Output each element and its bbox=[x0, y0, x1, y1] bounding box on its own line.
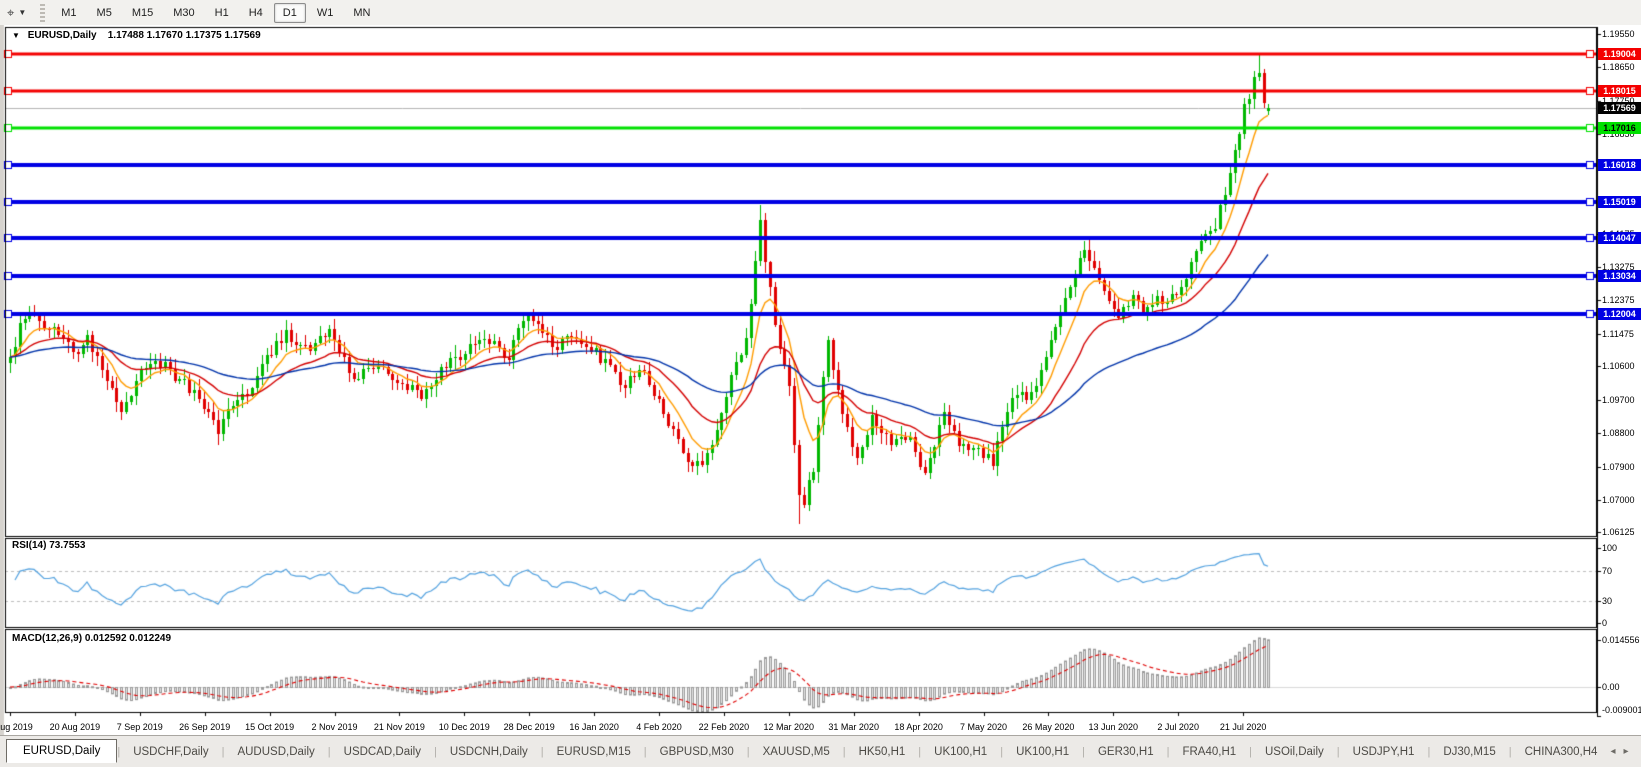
macd-axis-tick-label: -0.009001 bbox=[1602, 705, 1641, 715]
date-axis-label: 26 Sep 2019 bbox=[179, 722, 230, 732]
timeframe-button-m30[interactable]: M30 bbox=[164, 3, 203, 23]
chart-tab-usdchf-daily[interactable]: USDCHF,Daily bbox=[120, 741, 221, 763]
trading-terminal-window: ⌖ ▼ M1M5M15M30H1H4D1W1MN ▼ EURUSD,Daily … bbox=[0, 0, 1641, 767]
price-axis-tick-label: 1.06125 bbox=[1602, 527, 1635, 537]
chart-tab-ger30-h1[interactable]: GER30,H1 bbox=[1085, 741, 1167, 763]
crosshair-cursor-icon: ⌖ bbox=[7, 5, 14, 21]
price-axis-tick-label: 1.09700 bbox=[1602, 395, 1635, 405]
timeframe-button-h4[interactable]: H4 bbox=[240, 3, 272, 23]
chart-ohlc-values: 1.17488 1.17670 1.17375 1.17569 bbox=[108, 30, 261, 41]
timeframe-button-m1[interactable]: M1 bbox=[52, 3, 85, 23]
caret-down-icon: ▼ bbox=[18, 8, 26, 17]
date-axis-label: 16 Jan 2020 bbox=[569, 722, 619, 732]
chart-title: ▼ EURUSD,Daily 1.17488 1.17670 1.17375 1… bbox=[12, 30, 261, 41]
chart-tab-eurusd-daily[interactable]: EURUSD,Daily bbox=[6, 739, 117, 763]
price-axis-tick-label: 1.18650 bbox=[1602, 62, 1635, 72]
rsi-indicator-label: RSI(14) 73.7553 bbox=[12, 540, 85, 551]
date-axis-label: 15 Oct 2019 bbox=[245, 722, 294, 732]
rsi-axis-tick-label: 70 bbox=[1602, 566, 1612, 576]
price-axis-tick-label: 1.10600 bbox=[1602, 361, 1635, 371]
chart-tab-audusd-daily[interactable]: AUDUSD,Daily bbox=[224, 741, 327, 763]
macd-indicator-label: MACD(12,26,9) 0.012592 0.012249 bbox=[12, 633, 171, 644]
pointer-tool-button[interactable]: ⌖ ▼ bbox=[0, 2, 34, 24]
date-axis-label: 7 Sep 2019 bbox=[117, 722, 163, 732]
timeframe-button-m5[interactable]: M5 bbox=[88, 3, 121, 23]
price-axis-tick-label: 1.07900 bbox=[1602, 462, 1635, 472]
date-axis-label: 20 Aug 2019 bbox=[50, 722, 101, 732]
collapse-triangle-icon: ▼ bbox=[12, 31, 20, 40]
chart-tab-gbpusd-m30[interactable]: GBPUSD,M30 bbox=[647, 741, 747, 763]
date-axis-label: 4 Feb 2020 bbox=[636, 722, 682, 732]
chart-canvas[interactable] bbox=[0, 25, 1641, 735]
date-axis-label: 18 Apr 2020 bbox=[894, 722, 943, 732]
price-tag: 1.16018 bbox=[1598, 159, 1641, 171]
rsi-axis-tick-label: 30 bbox=[1602, 596, 1612, 606]
date-axis-label: 28 Dec 2019 bbox=[504, 722, 555, 732]
date-axis-label: 10 Dec 2019 bbox=[439, 722, 490, 732]
price-tag: 1.13034 bbox=[1598, 270, 1641, 282]
chart-tab-usdcnh-daily[interactable]: USDCNH,Daily bbox=[437, 741, 541, 763]
rsi-axis-tick-label: 0 bbox=[1602, 618, 1607, 628]
timeframe-button-mn[interactable]: MN bbox=[344, 3, 379, 23]
chart-tab-fra40-h1[interactable]: FRA40,H1 bbox=[1169, 741, 1249, 763]
timeframe-button-m15[interactable]: M15 bbox=[123, 3, 162, 23]
chart-tab-usdcad-daily[interactable]: USDCAD,Daily bbox=[331, 741, 434, 763]
chart-symbol-label: EURUSD,Daily bbox=[28, 30, 97, 41]
chart-tab-xauusd-m5[interactable]: XAUUSD,M5 bbox=[750, 741, 843, 763]
date-axis-label: 1 Aug 2019 bbox=[0, 722, 33, 732]
price-tag: 1.14047 bbox=[1598, 232, 1641, 244]
date-axis-label: 13 Jun 2020 bbox=[1089, 722, 1139, 732]
macd-axis-tick-label: 0.00 bbox=[1602, 682, 1620, 692]
timeframe-button-h1[interactable]: H1 bbox=[206, 3, 238, 23]
date-axis-label: 12 Mar 2020 bbox=[764, 722, 815, 732]
chart-tab-usoil-daily[interactable]: USOil,Daily bbox=[1252, 741, 1337, 763]
price-axis-tick-label: 1.11475 bbox=[1602, 329, 1634, 339]
chart-tab-usdjpy-h1[interactable]: USDJPY,H1 bbox=[1340, 741, 1428, 763]
chart-tab-hk50-h1[interactable]: HK50,H1 bbox=[846, 741, 919, 763]
chart-tab-uk100-h1[interactable]: UK100,H1 bbox=[921, 741, 1000, 763]
date-axis-label: 31 Mar 2020 bbox=[828, 722, 879, 732]
rsi-axis-tick-label: 100 bbox=[1602, 543, 1617, 553]
timeframe-button-d1[interactable]: D1 bbox=[274, 3, 306, 23]
date-axis-label: 21 Nov 2019 bbox=[374, 722, 425, 732]
price-axis-tick-label: 1.07000 bbox=[1602, 495, 1635, 505]
date-axis-label: 22 Feb 2020 bbox=[699, 722, 750, 732]
chart-tab-bar: EURUSD,Daily|USDCHF,Daily|AUDUSD,Daily|U… bbox=[0, 735, 1641, 767]
toolbar-grip-handle[interactable] bbox=[40, 4, 45, 22]
chart-tab-eurusd-m15[interactable]: EURUSD,M15 bbox=[544, 741, 644, 763]
tabs-scroll-left-icon[interactable]: ◂ bbox=[1610, 746, 1623, 757]
price-tag: 1.17016 bbox=[1598, 122, 1641, 134]
price-tag: 1.19004 bbox=[1598, 48, 1641, 60]
date-axis-label: 2 Jul 2020 bbox=[1157, 722, 1199, 732]
tabs-scroll-right-icon[interactable]: ▸ bbox=[1624, 746, 1637, 757]
price-axis-tick-label: 1.12375 bbox=[1602, 295, 1635, 305]
price-axis-tick-label: 1.08800 bbox=[1602, 428, 1635, 438]
price-tag: 1.18015 bbox=[1598, 85, 1641, 97]
price-tag: 1.12004 bbox=[1598, 308, 1641, 320]
timeframe-toolbar: ⌖ ▼ M1M5M15M30H1H4D1W1MN bbox=[0, 0, 1641, 26]
price-axis-tick-label: 1.19550 bbox=[1602, 29, 1635, 39]
chart-tab-dj30-m15[interactable]: DJ30,M15 bbox=[1430, 741, 1508, 763]
date-axis-label: 7 May 2020 bbox=[960, 722, 1007, 732]
chart-tab-china300-h4[interactable]: CHINA300,H4 bbox=[1512, 741, 1611, 763]
price-tag: 1.17569 bbox=[1598, 102, 1641, 114]
timeframe-button-w1[interactable]: W1 bbox=[308, 3, 343, 23]
date-axis-label: 21 Jul 2020 bbox=[1220, 722, 1267, 732]
chart-tab-uk100-h1[interactable]: UK100,H1 bbox=[1003, 741, 1082, 763]
price-tag: 1.15019 bbox=[1598, 196, 1641, 208]
date-axis-label: 2 Nov 2019 bbox=[311, 722, 357, 732]
macd-axis-tick-label: 0.014556 bbox=[1602, 635, 1640, 645]
date-axis-label: 26 May 2020 bbox=[1022, 722, 1074, 732]
